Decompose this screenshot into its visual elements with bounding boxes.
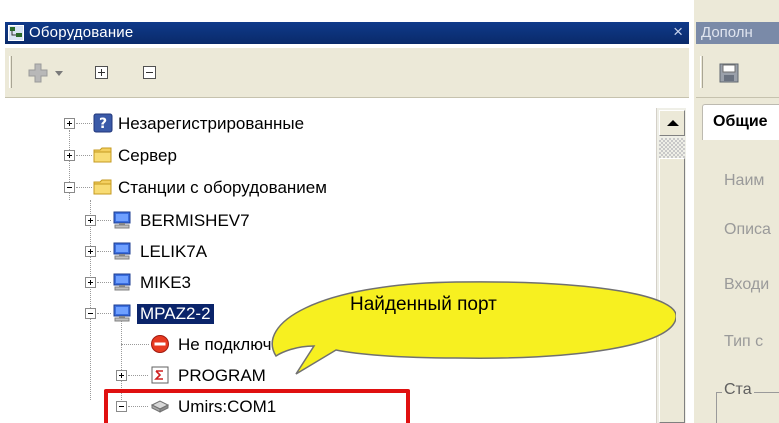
group-box: Ста: [716, 381, 779, 423]
svg-text:?: ?: [99, 116, 107, 132]
details-panel-title: Дополн: [701, 24, 753, 41]
details-toolbar: [696, 48, 779, 98]
field-label-description: Описа: [724, 221, 771, 238]
group-box-label: Ста: [722, 381, 754, 399]
tree-item-label: Незарегистрированные: [118, 114, 305, 133]
tree-window-icon: [8, 25, 24, 41]
add-button[interactable]: [25, 60, 69, 86]
tree-item-unregistered[interactable]: ? Незарегистрированные: [0, 110, 650, 140]
tree-item-label: MIKE3: [140, 273, 192, 292]
panel-title: Оборудование: [29, 24, 134, 41]
details-panel-titlebar[interactable]: Дополн: [696, 22, 779, 44]
expand-all-icon: [95, 66, 108, 79]
toolbar-grip[interactable]: [9, 56, 12, 88]
collapse-icon[interactable]: [64, 182, 75, 193]
question-icon: ?: [93, 113, 113, 133]
expand-icon[interactable]: [64, 118, 75, 129]
tree-toolbar: [5, 48, 689, 98]
field-label-type: Тип с: [724, 333, 764, 350]
equipment-panel-titlebar: Оборудование ×: [5, 22, 689, 44]
expand-icon[interactable]: [85, 277, 96, 288]
folder-icon: [93, 179, 112, 195]
save-icon[interactable]: [718, 62, 740, 84]
tab-general[interactable]: Общие: [702, 104, 779, 140]
tree-item-label: Сервер: [118, 146, 177, 165]
collapse-icon[interactable]: [85, 308, 96, 319]
tree-item-label: MPAZ2-2: [137, 304, 214, 324]
scroll-up-arrow-icon[interactable]: [659, 110, 685, 136]
close-icon[interactable]: ×: [673, 22, 683, 42]
equipment-panel: Оборудование × ? Незарегистрированные Се…: [0, 0, 694, 423]
tree-item-computer[interactable]: BERMISHEV7: [0, 207, 650, 237]
expand-icon[interactable]: [116, 370, 127, 381]
computer-icon: [113, 242, 131, 260]
tree-item-stations[interactable]: Станции с оборудованием: [0, 174, 650, 204]
expand-icon[interactable]: [64, 150, 75, 161]
field-label-name: Наим: [724, 172, 765, 189]
tree-item-computer[interactable]: LELIK7A: [0, 238, 650, 268]
scroll-track[interactable]: [659, 138, 685, 158]
collapse-all-button[interactable]: [139, 62, 161, 84]
tree-item-label: Станции с оборудованием: [118, 178, 327, 197]
computer-icon: [113, 273, 131, 291]
toolbar-grip[interactable]: [700, 56, 703, 88]
details-panel: Дополн Общие Наим Описа Входи Тип с Ста: [694, 0, 779, 423]
callout-text: Найденный порт: [350, 294, 497, 315]
highlight-box: [104, 389, 410, 423]
tab-label: Общие: [713, 113, 768, 130]
folder-icon: [93, 147, 112, 163]
expand-all-button[interactable]: [91, 62, 113, 84]
callout-bubble: [271, 281, 676, 375]
tree-item-label: BERMISHEV7: [140, 211, 250, 230]
program-icon: [151, 366, 169, 384]
field-label-input: Входи: [724, 276, 770, 293]
expand-icon[interactable]: [85, 215, 96, 226]
collapse-all-icon: [143, 66, 156, 79]
stop-icon: [151, 335, 169, 353]
tree-item-label: LELIK7A: [140, 242, 208, 261]
expand-icon[interactable]: [85, 246, 96, 257]
computer-icon: [113, 304, 131, 322]
tree-item-server[interactable]: Сервер: [0, 142, 650, 172]
computer-icon: [113, 211, 131, 229]
add-plus-icon: [28, 63, 63, 83]
